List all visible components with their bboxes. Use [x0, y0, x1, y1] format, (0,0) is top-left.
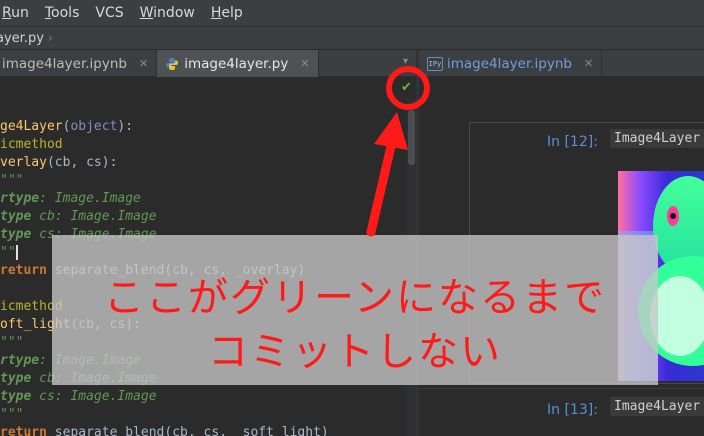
- code-token: (cb, cs):: [46, 155, 118, 170]
- menu-label: un: [11, 5, 29, 21]
- cell-code[interactable]: Image4Layer: [610, 129, 704, 148]
- code-line[interactable]: type cs: Image.Image: [0, 388, 329, 406]
- code-line[interactable]: """: [0, 406, 329, 424]
- annotation-line-1: ここがグリーンになるまで: [104, 275, 606, 321]
- chevron-right-icon: ›: [47, 31, 53, 45]
- code-line[interactable]: rtype: Image.Image: [0, 190, 329, 208]
- close-icon[interactable]: ✕: [584, 57, 593, 70]
- code-token: return: [0, 425, 47, 436]
- menu-run[interactable]: Run: [0, 5, 39, 21]
- menu-label: VCS: [95, 5, 124, 21]
- menu-label: indow: [153, 5, 195, 21]
- code-line[interactable]: ge4Layer(object):: [0, 118, 329, 136]
- tab-label: image4layer.py: [184, 55, 289, 72]
- tab-notebook-ipynb[interactable]: IPy image4layer.ipynb ✕: [419, 50, 603, 77]
- code-token: return: [0, 263, 47, 278]
- code-token: type: [0, 371, 32, 386]
- cell-code[interactable]: Image4Layer: [610, 397, 704, 416]
- code-token: """: [0, 173, 24, 188]
- code-token: separate_blend(cb, cs, _soft_light): [46, 425, 329, 436]
- code-token: ):: [117, 119, 134, 134]
- menu-tools[interactable]: Tools: [37, 5, 90, 21]
- code-line[interactable]: """: [0, 172, 329, 190]
- tab-label: image4layer.ipynb: [447, 55, 572, 72]
- tab-image4layer-py[interactable]: image4layer.py ✕: [157, 50, 319, 77]
- breadcrumb: ayer.py ›: [0, 26, 704, 50]
- tab-image4layer-ipynb[interactable]: image4layer.ipynb ✕: [0, 50, 158, 77]
- ipython-notebook-icon: IPy: [427, 56, 443, 71]
- code-token: rtype: [0, 353, 40, 368]
- tab-list-dropdown-icon[interactable]: ▾: [403, 56, 408, 67]
- cell-divider: [419, 388, 704, 389]
- code-token: """: [0, 335, 24, 350]
- menu-mnemonic: R: [2, 5, 12, 21]
- menu-window[interactable]: Window: [132, 5, 205, 21]
- menu-mnemonic: H: [210, 5, 222, 21]
- code-token: type: [0, 209, 32, 224]
- annotation-line-2: コミットしない: [208, 329, 502, 375]
- menu-mnemonic: W: [139, 5, 154, 21]
- python-file-icon: [166, 57, 179, 70]
- code-token: cb: Image.Image: [31, 209, 157, 224]
- code-token: type: [0, 389, 32, 404]
- code-token: rtype: [0, 191, 40, 206]
- code-token: "": [0, 245, 16, 260]
- code-line[interactable]: verlay(cb, cs):: [0, 154, 329, 172]
- menu-help[interactable]: Help: [203, 5, 253, 21]
- code-line[interactable]: return separate_blend(cb, cs, _soft_ligh…: [0, 424, 329, 436]
- code-token: object: [70, 119, 118, 134]
- code-token: """: [0, 407, 24, 422]
- editor-tab-bar: image4layer.ipynb ✕ image4layer.py ✕ ▾: [0, 50, 416, 77]
- inspection-ok-check-icon[interactable]: ✔: [401, 80, 412, 95]
- code-token: : Image.Image: [39, 191, 141, 206]
- code-token: ge4Layer: [0, 119, 63, 134]
- breadcrumb-file[interactable]: ayer.py: [0, 31, 44, 46]
- annotation-overlay: ここがグリーンになるまで コミットしない: [52, 235, 658, 385]
- editor-scrollbar-thumb[interactable]: [408, 110, 415, 165]
- cell-prompt: In [12]:: [547, 134, 598, 150]
- tab-label: image4layer.ipynb: [2, 55, 127, 72]
- close-icon[interactable]: ✕: [139, 57, 148, 70]
- menu-bar: Run Tools VCS Window Help: [0, 0, 704, 26]
- close-icon[interactable]: ✕: [300, 57, 309, 70]
- code-token: cs: Image.Image: [31, 389, 157, 404]
- cell-prompt: In [13]:: [547, 402, 598, 418]
- text-cursor: [15, 245, 18, 260]
- menu-vcs[interactable]: VCS: [87, 5, 133, 21]
- menu-label: ools: [51, 5, 80, 21]
- code-token: icmethod: [0, 137, 63, 152]
- menu-label: elp: [221, 5, 243, 21]
- code-line[interactable]: icmethod: [0, 136, 329, 154]
- code-token: verlay: [0, 155, 47, 170]
- code-token: type: [0, 227, 32, 242]
- notebook-tab-bar: IPy image4layer.ipynb ✕: [419, 50, 704, 77]
- code-line[interactable]: type cb: Image.Image: [0, 208, 329, 226]
